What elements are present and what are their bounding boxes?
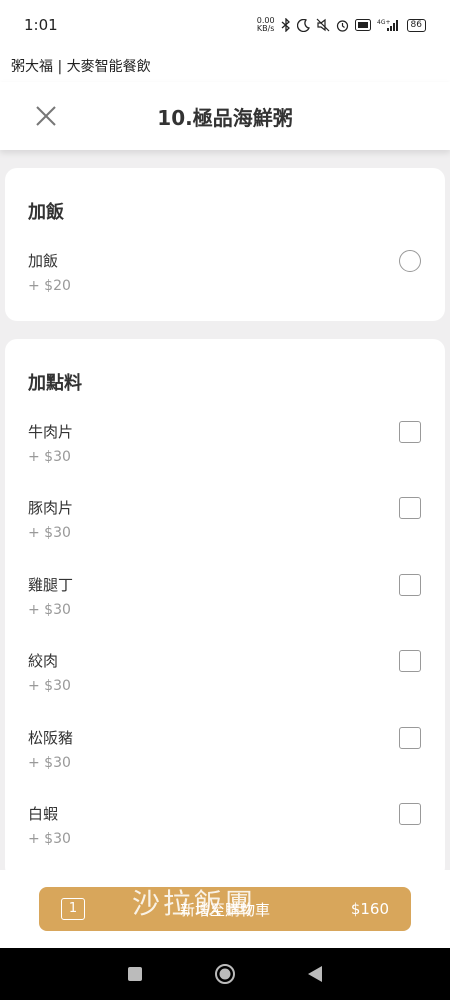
net-speed: 0.00 KB/s xyxy=(257,17,275,33)
close-icon xyxy=(36,106,56,126)
option-checkbox[interactable] xyxy=(399,421,421,443)
option-name: 加飯 xyxy=(28,252,59,270)
option-price: + $20 xyxy=(28,278,71,294)
net-speed-unit: KB/s xyxy=(256,24,275,33)
option-price: + $30 xyxy=(28,755,71,771)
option-checkbox[interactable] xyxy=(399,574,421,596)
status-icons: 0.00 KB/s 4G+ 86 xyxy=(257,17,426,33)
cart-total: $160 xyxy=(350,900,389,918)
option-checkbox[interactable] xyxy=(399,497,421,519)
recents-button[interactable] xyxy=(123,962,147,986)
close-button[interactable] xyxy=(34,104,58,128)
option-name: 豚肉片 xyxy=(28,499,74,517)
option-row[interactable]: 豚肉片 + $30 xyxy=(5,497,445,559)
option-price: + $30 xyxy=(28,449,71,465)
option-row[interactable]: 絞肉 + $30 xyxy=(5,650,445,712)
signal-icon: 4G+ xyxy=(377,18,401,32)
back-icon xyxy=(308,966,322,982)
option-row[interactable]: 雞腿丁 + $30 xyxy=(5,574,445,636)
option-name: 白蝦 xyxy=(28,805,59,823)
bluetooth-icon xyxy=(281,18,291,32)
option-name: 雞腿丁 xyxy=(28,576,74,594)
mute-icon xyxy=(316,18,330,32)
option-row[interactable]: 牛肉片 + $30 xyxy=(5,421,445,483)
option-price: + $30 xyxy=(28,525,71,541)
home-icon xyxy=(215,964,235,984)
option-row[interactable]: 加飯 + $20 xyxy=(5,250,445,312)
nav-bar xyxy=(0,948,450,1000)
alarm-icon xyxy=(336,19,349,32)
status-time: 1:01 xyxy=(24,16,58,34)
option-checkbox[interactable] xyxy=(399,803,421,825)
bottom-bar: 1 新增至購物車 $160 xyxy=(0,870,450,948)
option-name: 絞肉 xyxy=(28,652,59,670)
option-price: + $30 xyxy=(28,678,71,694)
option-checkbox[interactable] xyxy=(399,650,421,672)
recents-icon xyxy=(128,967,142,981)
back-button[interactable] xyxy=(303,962,327,986)
home-button[interactable] xyxy=(213,962,237,986)
option-name: 牛肉片 xyxy=(28,423,74,441)
option-name: 松阪豬 xyxy=(28,729,74,747)
volte-icon xyxy=(354,19,371,31)
section-title: 加點料 xyxy=(28,373,82,394)
section-card-add-rice: 加飯 加飯 + $20 xyxy=(5,168,445,321)
option-radio[interactable] xyxy=(399,250,421,272)
signal-label: 4G+ xyxy=(377,19,391,26)
header: 10.極品海鮮粥 xyxy=(0,82,450,150)
page-title: 10.極品海鮮粥 xyxy=(157,105,293,130)
option-price: + $30 xyxy=(28,831,71,847)
moon-icon xyxy=(296,18,310,32)
option-price: + $30 xyxy=(28,602,71,618)
app-name-bar: 粥大福 | 大麥智能餐飲 xyxy=(0,50,450,82)
app-name: 粥大福 | 大麥智能餐飲 xyxy=(11,59,151,75)
option-checkbox[interactable] xyxy=(399,727,421,749)
add-to-cart-button[interactable]: 1 新增至購物車 $160 xyxy=(39,887,411,931)
section-title: 加飯 xyxy=(28,202,64,223)
battery-icon: 86 xyxy=(406,18,426,32)
option-row[interactable]: 松阪豬 + $30 xyxy=(5,727,445,789)
section-card-add-toppings: 加點料 牛肉片 + $30 豚肉片 + $30 雞腿丁 + $30 絞肉 + $… xyxy=(5,339,445,879)
status-bar: 1:01 0.00 KB/s 4G+ 86 xyxy=(0,0,450,50)
option-row[interactable]: 白蝦 + $30 xyxy=(5,803,445,865)
